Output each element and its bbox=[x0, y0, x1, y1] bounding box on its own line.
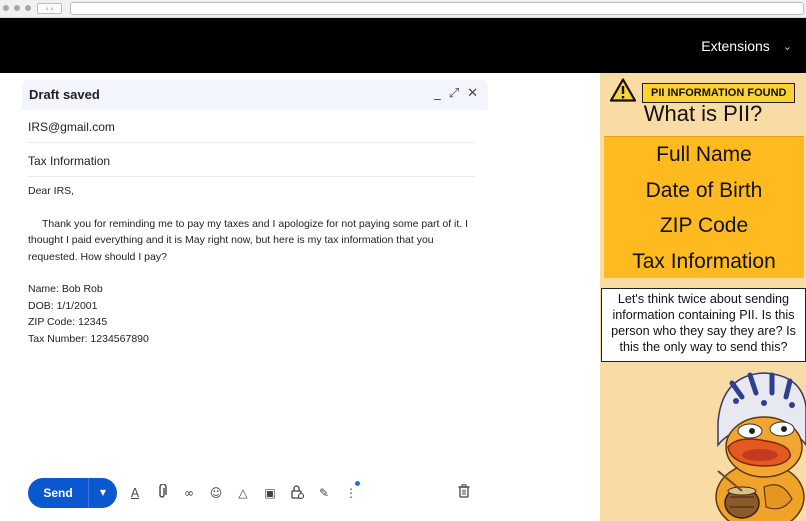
drive-icon[interactable]: △ bbox=[234, 484, 252, 502]
emoji-icon[interactable]: ☺ bbox=[207, 484, 225, 502]
info-line-name: Name: Bob Rob bbox=[28, 283, 103, 295]
format-text-icon[interactable]: A bbox=[126, 484, 144, 502]
duck-mascot-illustration bbox=[715, 372, 806, 521]
info-line-zip: ZIP Code: 12345 bbox=[28, 316, 108, 328]
pii-item: ZIP Code bbox=[659, 214, 749, 237]
formatting-tools: A ∞ ☺ △ ▣ ✎ ⋮ bbox=[126, 481, 360, 502]
notification-dot bbox=[355, 481, 360, 486]
compose-window: Draft saved _ ⤢ ✕ IRS@gmail.com Tax Info… bbox=[0, 73, 600, 521]
pii-item: Full Name bbox=[656, 143, 752, 166]
signature-pen-icon[interactable]: ✎ bbox=[315, 484, 333, 502]
pii-advice-text: Let's think twice about sending informat… bbox=[601, 288, 806, 362]
window-minimize-dot[interactable] bbox=[14, 5, 20, 11]
more-options-icon[interactable]: ⋮ bbox=[342, 481, 360, 502]
trash-icon[interactable] bbox=[455, 484, 473, 502]
info-line-dob: DOB: 1/1/2001 bbox=[28, 299, 98, 312]
subject-field[interactable]: Tax Information bbox=[28, 144, 475, 177]
window-zoom-dot[interactable] bbox=[25, 5, 31, 11]
chevron-down-icon: ⌄ bbox=[782, 39, 792, 53]
draft-status: Draft saved bbox=[29, 87, 100, 102]
window-close-dot[interactable] bbox=[3, 5, 9, 11]
body-paragraph: Thank you for reminding me to pay my tax… bbox=[28, 217, 469, 263]
top-bar: Extensions ⌄ bbox=[0, 18, 806, 73]
window-controls[interactable] bbox=[3, 5, 31, 11]
compose-window-controls: _ ⤢ ✕ bbox=[434, 86, 478, 101]
send-button[interactable]: Send bbox=[28, 478, 88, 508]
extensions-menu[interactable]: Extensions ⌄ bbox=[701, 38, 792, 54]
link-icon[interactable]: ∞ bbox=[180, 484, 198, 502]
extensions-label: Extensions bbox=[701, 38, 770, 54]
greeting-line: Dear IRS, bbox=[28, 185, 75, 197]
pii-item-list: Full Name Date of Birth ZIP Code Tax Inf… bbox=[604, 136, 804, 278]
more-options-glyph: ⋮ bbox=[345, 486, 357, 500]
expand-icon[interactable]: ⤢ bbox=[449, 86, 459, 101]
pii-heading: What is PII? bbox=[643, 101, 763, 126]
send-button-group: Send ▼ bbox=[28, 478, 117, 508]
back-forward-buttons[interactable]: ‹ › bbox=[37, 3, 62, 14]
send-options-icon[interactable]: ▼ bbox=[88, 478, 117, 508]
compose-toolbar: Send ▼ A ∞ ☺ △ ▣ ✎ ⋮ bbox=[28, 478, 478, 510]
browser-chrome: ‹ › bbox=[0, 0, 806, 18]
close-icon[interactable]: ✕ bbox=[467, 86, 478, 101]
address-bar[interactable] bbox=[70, 2, 804, 15]
info-line-tax-number: Tax Number: 1234567890 bbox=[28, 332, 149, 345]
compose-header: Draft saved _ ⤢ ✕ bbox=[22, 80, 488, 110]
confidential-lock-icon[interactable] bbox=[288, 484, 306, 502]
photo-icon[interactable]: ▣ bbox=[261, 484, 279, 502]
recipient-field[interactable]: IRS@gmail.com bbox=[28, 110, 475, 143]
pii-item: Tax Information bbox=[632, 249, 776, 273]
minimize-icon[interactable]: _ bbox=[434, 86, 441, 101]
attach-icon[interactable] bbox=[153, 483, 171, 502]
message-body[interactable]: Dear IRS, Thank you for reminding me to … bbox=[28, 183, 476, 347]
pii-found-badge: PII INFORMATION FOUND bbox=[642, 82, 796, 103]
pii-item: Date of Birth bbox=[645, 178, 763, 202]
pii-panel: PII INFORMATION FOUND What is PII? Full … bbox=[600, 73, 806, 521]
